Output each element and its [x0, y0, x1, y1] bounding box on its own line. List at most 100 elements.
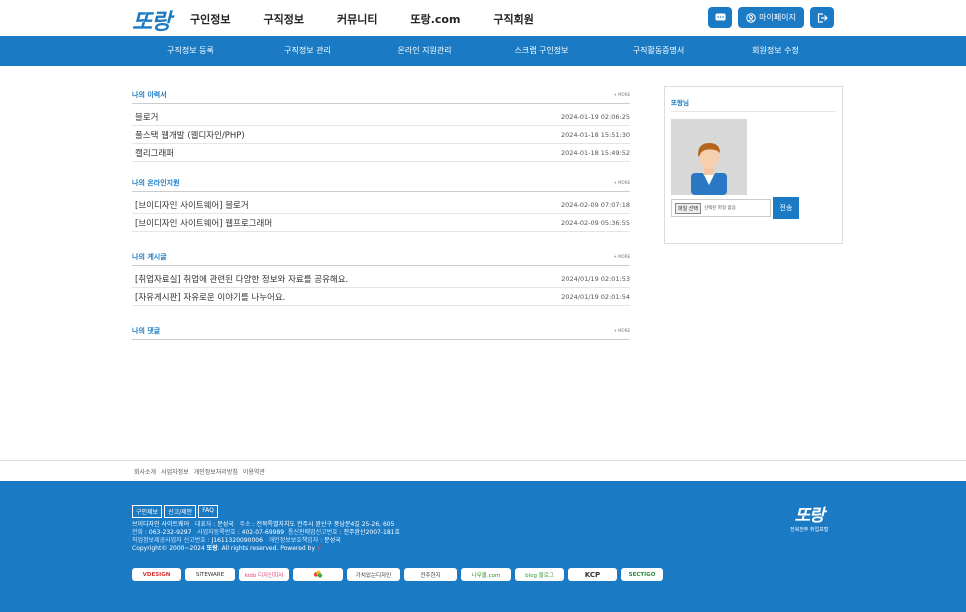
badge-siteware[interactable]: SITEWARE: [185, 568, 235, 581]
subnav-online-apply[interactable]: 온라인 지원관리: [366, 36, 483, 66]
nav-job-offers[interactable]: 구인정보: [190, 11, 230, 27]
subnav-member-edit[interactable]: 회원정보 수정: [717, 36, 834, 66]
item-date: 2024/01/19 02:01:53: [561, 274, 630, 283]
footer-buttons: 구인제보 신고/제안 FAQ: [132, 505, 218, 518]
footer-suggest-button[interactable]: 신고/제안: [164, 505, 197, 518]
item-date: 2024/01/19 02:01:54: [561, 292, 630, 301]
footer-links: 회사소개 사업자정보 개인정보처리방침 이용약관: [0, 460, 966, 481]
nav-community[interactable]: 커뮤니티: [337, 11, 377, 27]
file-select-button[interactable]: 파일 선택: [675, 202, 701, 214]
info-line-3: 직업정보제공사업자 신고번호 : J1611320090006 개인정보보호책임…: [132, 537, 400, 545]
more-link[interactable]: + MORE: [613, 328, 630, 333]
item-title: [취업자료실] 취업에 관련된 다양한 정보와 자료를 공유해요.: [135, 274, 349, 285]
list-item[interactable]: 블로거 2024-01-19 02:06:25: [132, 108, 630, 126]
badge-namumall[interactable]: 나무몰.com: [461, 568, 511, 581]
mail-order-value: 전주완산2007-181호: [343, 529, 401, 536]
more-link[interactable]: + MORE: [613, 92, 630, 97]
list-item[interactable]: [브이디자인 사이트웨어] 웹프로그래머 2024-02-09 05:36:55: [132, 214, 630, 232]
item-title: 풀스택 웹개발 (웹디자인/PHP): [135, 130, 245, 141]
more-link[interactable]: + MORE: [613, 254, 630, 259]
chat-icon: [715, 13, 725, 21]
list-item[interactable]: [브이디자인 사이트웨어] 블로거 2024-02-09 07:07:18: [132, 196, 630, 214]
list-item[interactable]: 캘리그래퍼 2024-01-18 15:49:52: [132, 144, 630, 162]
footer-report-button[interactable]: 구인제보: [132, 505, 163, 518]
subnav-scrap[interactable]: 스크랩 구인정보: [483, 36, 600, 66]
section-header: 나의 온라인지원 + MORE: [132, 174, 630, 192]
avatar: [671, 119, 747, 195]
footer-logo-mark: 또랑: [794, 506, 825, 526]
posts-section: 나의 게시글 + MORE [취업자료실] 취업에 관련된 다양한 정보와 자료…: [132, 248, 630, 306]
item-title: [브이디자인 사이트웨어] 블로거: [135, 200, 249, 211]
badge-kido[interactable]: kido 디자인회사: [239, 568, 289, 581]
badge-hanji[interactable]: 전주한지: [404, 568, 457, 581]
item-title: [자유게시판] 자유로운 이야기를 나누어요.: [135, 292, 286, 303]
footer: 구인제보 신고/제안 FAQ 브이디자인 사이트웨어 대표자 : 문성국 주소 …: [0, 481, 966, 612]
main-content: 나의 이력서 + MORE 블로거 2024-01-19 02:06:25 풀스택…: [132, 86, 630, 340]
section-title: 나의 게시글: [132, 252, 167, 261]
addr-value: 전북특별자치도 전주시 완산구 풍남문4길 25-26, 605: [256, 521, 395, 528]
divider: [671, 111, 836, 112]
mail-order-label: 통신판매업신고번호 :: [287, 529, 344, 536]
list-item[interactable]: 풀스택 웹개발 (웹디자인/PHP) 2024-01-18 15:51:30: [132, 126, 630, 144]
badge-sectigo[interactable]: SECTIGO: [621, 568, 663, 581]
badge-design[interactable]: 가치있는디자인: [347, 568, 400, 581]
footer-link-privacy[interactable]: 개인정보처리방침: [194, 467, 238, 476]
footer-logo: 또랑 전북전주 취업포털: [790, 501, 828, 533]
subnav-register[interactable]: 구직정보 등록: [132, 36, 249, 66]
section-header: 나의 이력서 + MORE: [132, 86, 630, 104]
item-date: 2024-02-09 07:07:18: [560, 200, 630, 209]
footer-logo-tagline: 전북전주 취업포털: [790, 527, 829, 533]
section-header: 나의 댓글 + MORE: [132, 322, 630, 340]
mypage-label: 마이페이지: [759, 13, 796, 22]
list-item[interactable]: [자유게시판] 자유로운 이야기를 나누어요. 2024/01/19 02:01:…: [132, 288, 630, 306]
logout-button[interactable]: [810, 7, 834, 28]
section-title: 나의 온라인지원: [132, 178, 180, 187]
section-title: 나의 댓글: [132, 326, 161, 335]
file-input[interactable]: 파일 선택 선택된 파일 없음: [671, 199, 771, 217]
flower-icon: [313, 570, 323, 578]
rep-value: 문성국: [217, 521, 234, 528]
nav-job-member[interactable]: 구직회원: [493, 11, 533, 27]
footer-faq-button[interactable]: FAQ: [198, 505, 218, 518]
privacy-label: 개인정보보호책임자 :: [268, 537, 325, 544]
user-circle-icon: [746, 12, 756, 23]
footer-link-about[interactable]: 회사소개: [134, 467, 156, 476]
person-avatar-icon: [691, 143, 727, 195]
item-date: 2024-02-09 05:36:55: [560, 218, 630, 227]
list-item[interactable]: [취업자료실] 취업에 관련된 다양한 정보와 자료를 공유해요. 2024/01…: [132, 270, 630, 288]
comments-section: 나의 댓글 + MORE: [132, 322, 630, 340]
section-header: 나의 게시글 + MORE: [132, 248, 630, 266]
subnav-certificate[interactable]: 구직활동증명서: [600, 36, 717, 66]
tel-value: 063-232-9297: [148, 529, 192, 536]
badge-kcp[interactable]: KCP: [568, 568, 617, 581]
profile-box: 또랑님 파일 선택 선택된 파일 없음 전송: [664, 86, 843, 244]
top-header: 또랑 구인정보 구직정보 커뮤니티 또랑.com 구직회원 마이페이지: [0, 0, 966, 36]
more-link[interactable]: + MORE: [613, 180, 630, 185]
biz-label: 사업자등록번호 :: [197, 529, 242, 536]
copyright-post: . All rights reserved. Powered by: [217, 545, 317, 552]
top-buttons: 마이페이지: [708, 7, 834, 28]
nav-ttorang-com[interactable]: 또랑.com: [410, 11, 460, 27]
site-logo[interactable]: 또랑: [132, 4, 171, 36]
subnav-manage[interactable]: 구직정보 관리: [249, 36, 366, 66]
mypage-button[interactable]: 마이페이지: [738, 7, 804, 28]
section-title: 나의 이력서: [132, 90, 167, 99]
badge-blog[interactable]: blog 블로그: [515, 568, 564, 581]
item-title: [브이디자인 사이트웨어] 웹프로그래머: [135, 218, 273, 229]
privacy-value: 문성국: [324, 537, 341, 544]
tel-label: 전화 :: [132, 529, 149, 536]
job-value: J1611320090006: [211, 537, 263, 544]
badge-partner[interactable]: [293, 568, 343, 581]
footer-link-terms[interactable]: 이용약관: [243, 467, 265, 476]
item-date: 2024-01-18 15:51:30: [560, 130, 630, 139]
main-nav: 구인정보 구직정보 커뮤니티 또랑.com 구직회원: [190, 11, 567, 27]
message-button[interactable]: [708, 7, 732, 28]
item-title: 블로거: [135, 112, 159, 123]
badge-vdesign[interactable]: VDESIGN: [132, 568, 181, 581]
send-button[interactable]: 전송: [773, 197, 799, 219]
file-status: 선택된 파일 없음: [704, 206, 736, 211]
nav-job-seekers[interactable]: 구직정보: [263, 11, 303, 27]
info-line-2: 전화 : 063-232-9297 사업자등록번호 : 402-07-69989…: [132, 529, 400, 537]
item-date: 2024-01-18 15:49:52: [560, 148, 630, 157]
footer-link-business[interactable]: 사업자정보: [161, 467, 189, 476]
